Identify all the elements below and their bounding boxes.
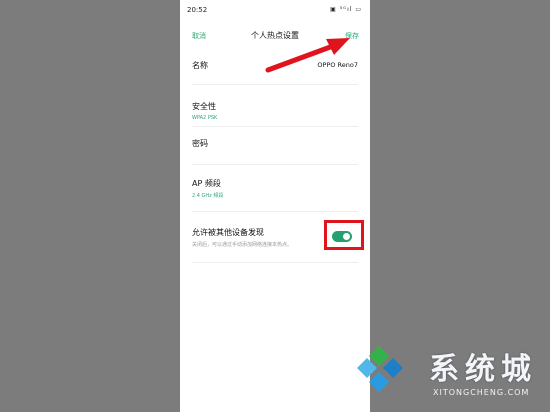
watermark: 系统城 XITONGCHENG.COM (355, 336, 545, 406)
watermark-subtext: XITONGCHENG.COM (433, 388, 530, 397)
watermark-logo-icon (357, 346, 403, 392)
watermark-text: 系统城 (429, 352, 537, 387)
